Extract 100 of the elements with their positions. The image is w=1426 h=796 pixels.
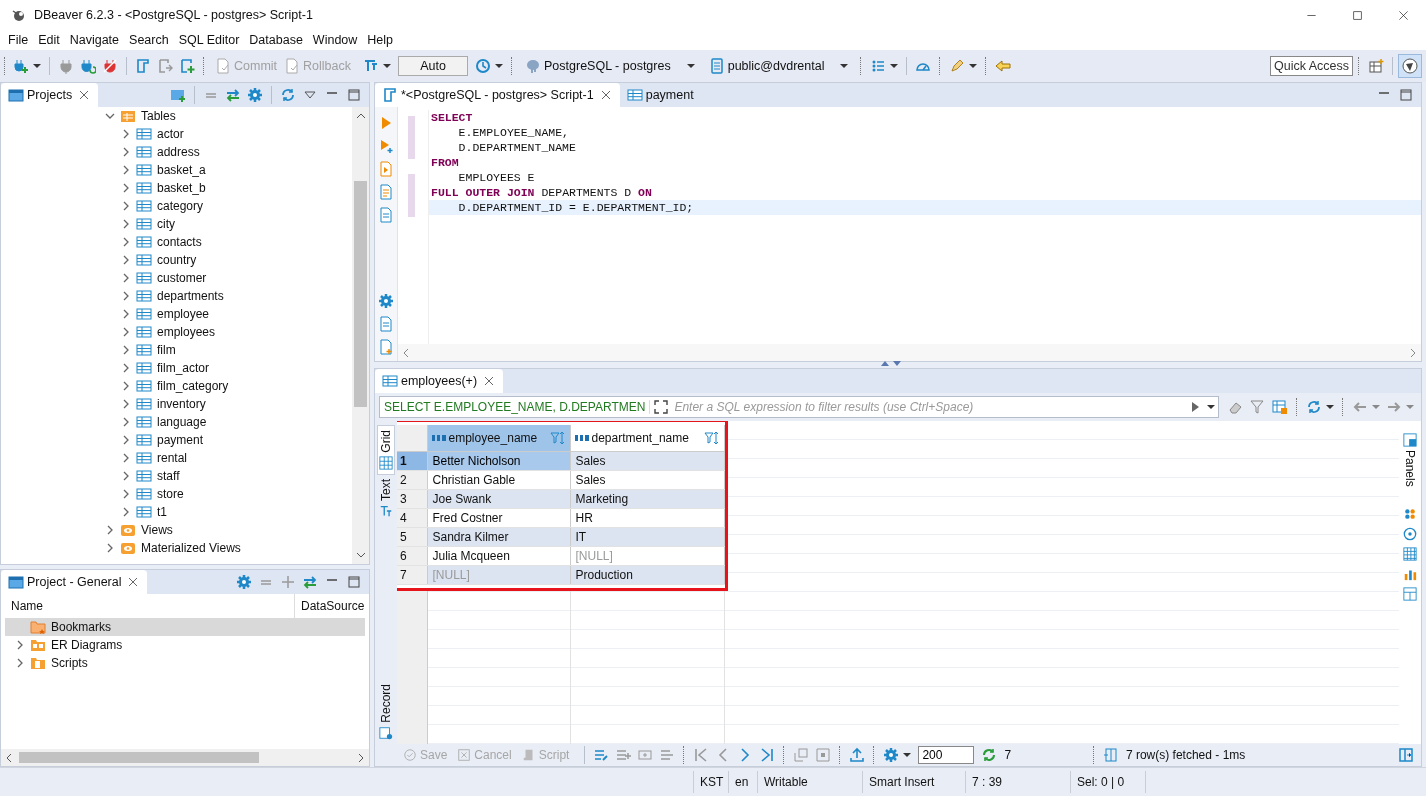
chevron-icon[interactable] [105,111,115,121]
tree-item[interactable]: address [1,143,352,161]
chevron-icon[interactable] [105,543,115,553]
caret-icon[interactable] [383,62,391,70]
tree-item[interactable]: film_actor [1,359,352,377]
panel-toggle-icon[interactable] [1398,747,1414,763]
close-icon[interactable] [600,90,611,100]
panels-tab[interactable]: Panels [1402,429,1418,491]
next-editor-icon[interactable] [157,58,173,74]
tree-item[interactable]: category [1,197,352,215]
dots-icon[interactable] [1403,506,1417,521]
tree-item[interactable]: rental [1,449,352,467]
menu-item[interactable]: File [3,30,34,50]
close-icon[interactable] [79,90,90,100]
caret-icon[interactable] [969,62,978,70]
new-file-icon[interactable] [378,339,394,355]
scrollbar[interactable] [398,344,1421,361]
table-settings-icon[interactable] [1272,399,1288,415]
editor-tab[interactable]: payment [619,83,704,107]
explain-plan-icon[interactable] [378,184,394,200]
back-arrow-icon[interactable] [995,58,1012,74]
filter-field[interactable]: SELECT E.EMPLOYEE_NAME, D.DEPARTMEN Enter a SQL expression to filter results (use Ctrl+Space) [379,396,1219,418]
tree-item[interactable]: ER Diagrams [5,636,365,654]
scrollbar[interactable] [352,107,369,564]
caret-icon[interactable] [33,62,41,70]
last-icon[interactable] [759,747,776,763]
sash-arrows-icon[interactable] [879,359,903,367]
caret-icon[interactable] [1207,403,1215,411]
tree-item[interactable]: staff [1,467,352,485]
close-icon[interactable] [484,376,495,386]
chevron-icon[interactable] [105,525,115,535]
open-perspective-icon[interactable] [1368,58,1384,74]
tree-item[interactable]: film_category [1,377,352,395]
menu-item[interactable]: Navigate [64,30,125,50]
tree-item[interactable]: t1 [1,503,352,521]
menu-item[interactable]: Database [244,30,308,50]
tree-item[interactable]: country [1,251,352,269]
tree-item[interactable]: basket_a [1,161,352,179]
plug-icon[interactable] [58,58,74,74]
filter-sort-icon[interactable] [549,430,566,446]
record-tab[interactable]: Record [378,680,394,744]
filter-icon[interactable] [1250,399,1266,415]
tree-item[interactable]: employees [1,323,352,341]
table-cell[interactable]: Christian Gable [427,470,570,490]
maximize-icon[interactable] [346,87,362,103]
menu-item[interactable]: Window [307,30,363,50]
new-folder-icon[interactable] [170,87,186,103]
view-tab[interactable]: Grid [377,425,395,475]
tree-item[interactable]: basket_b [1,179,352,197]
menu-item[interactable]: SQL Editor [173,30,245,50]
delete-row-icon[interactable] [659,747,676,763]
menu-item[interactable]: Edit [33,30,65,50]
add-row-icon[interactable] [615,747,632,763]
chevron-icon[interactable] [15,658,25,668]
maximize-icon[interactable] [1398,87,1414,103]
perspective-button[interactable] [1398,54,1422,78]
execute-new-tab-icon[interactable] [378,138,394,154]
disconnect-icon[interactable] [102,58,118,74]
link-icon[interactable] [225,87,241,103]
table-cell[interactable]: HR [570,508,724,528]
fetch-icon[interactable] [981,747,998,763]
settings-icon[interactable] [236,574,252,590]
column-header[interactable]: department_name [570,425,724,452]
tree-item[interactable]: language [1,413,352,431]
view-tab[interactable]: Text [378,474,394,522]
project-general-tab[interactable]: Project - General [1,570,148,594]
tree-item[interactable]: actor [1,125,352,143]
tree-item[interactable]: Tables [1,107,352,125]
filter-sort-icon[interactable] [703,430,720,446]
table-cell[interactable]: Fred Costner [427,508,570,528]
settings-icon[interactable] [378,293,394,309]
edit-icon[interactable] [593,747,610,763]
quick-access-field[interactable]: Quick Access [1269,56,1353,76]
link-icon[interactable] [302,574,318,590]
column-header[interactable]: employee_name [427,425,570,452]
tree-item[interactable]: inventory [1,395,352,413]
tree-item[interactable]: Scripts [5,654,365,672]
execute-script-icon[interactable] [378,161,394,177]
sync-icon[interactable] [280,87,296,103]
tree-item[interactable]: departments [1,287,352,305]
sql-editor-icon[interactable] [135,58,151,74]
table-cell[interactable]: Sales [570,470,724,490]
close-icon[interactable] [128,577,139,587]
column-header[interactable]: DataSource [295,599,365,613]
connection-selector[interactable]: PostgreSQL - postgres [522,58,698,74]
tree-item[interactable]: customer [1,269,352,287]
tree-item[interactable]: film [1,341,352,359]
export-icon[interactable] [378,207,394,223]
commit-mode-button[interactable]: Auto [398,56,468,76]
file-icon[interactable] [378,316,394,332]
scrollbar[interactable] [1,749,369,766]
target-icon[interactable] [1403,526,1417,541]
new-script-icon[interactable] [179,58,195,74]
tree-item[interactable]: employee [1,305,352,323]
caret-icon[interactable] [495,62,503,70]
expand-icon[interactable] [653,399,670,415]
schema-selector[interactable]: public@dvdrental [705,58,852,74]
filter-input[interactable]: Enter a SQL expression to filter results (use Ctrl+Space) [672,399,1184,415]
caret-icon[interactable] [903,751,912,759]
fit-icon[interactable] [815,747,832,763]
